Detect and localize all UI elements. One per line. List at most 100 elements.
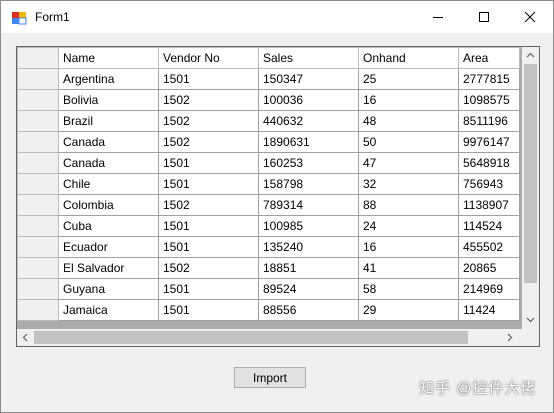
vertical-scrollbar[interactable]: [522, 47, 539, 330]
row-header-cell[interactable]: [17, 257, 59, 279]
top-left-header-cell[interactable]: [17, 47, 59, 69]
minimize-button[interactable]: [415, 1, 461, 33]
row-header-cell[interactable]: [17, 131, 59, 153]
row-header-cell[interactable]: [17, 236, 59, 258]
cell-vendor-no[interactable]: 1502: [158, 110, 259, 132]
cell-onhand[interactable]: 48: [358, 110, 459, 132]
title-bar[interactable]: Form1: [1, 1, 553, 33]
cell-vendor-no[interactable]: 1502: [158, 131, 259, 153]
table-row[interactable]: Canada 1502 1890631 50 9976147: [17, 131, 520, 153]
column-header-name[interactable]: Name: [58, 47, 159, 69]
cell-area[interactable]: 114524: [458, 215, 520, 237]
row-header-cell[interactable]: [17, 110, 59, 132]
cell-area[interactable]: 5648918: [458, 152, 520, 174]
cell-area[interactable]: 9976147: [458, 131, 520, 153]
scroll-left-icon[interactable]: [22, 333, 28, 342]
table-row[interactable]: Bolivia 1502 100036 16 1098575: [17, 89, 520, 111]
cell-vendor-no[interactable]: 1501: [158, 68, 259, 90]
table-row[interactable]: Cuba 1501 100985 24 114524: [17, 215, 520, 237]
cell-area[interactable]: 756943: [458, 173, 520, 195]
column-header-area[interactable]: Area: [458, 47, 520, 69]
cell-vendor-no[interactable]: 1501: [158, 215, 259, 237]
row-header-cell[interactable]: [17, 278, 59, 300]
row-header-cell[interactable]: [17, 68, 59, 90]
column-header-vendor-no[interactable]: Vendor No: [158, 47, 259, 69]
scroll-right-icon[interactable]: [507, 333, 513, 342]
cell-name[interactable]: Bolivia: [58, 89, 159, 111]
cell-name[interactable]: El Salvador: [58, 257, 159, 279]
close-button[interactable]: [507, 1, 553, 33]
row-header-cell[interactable]: [17, 173, 59, 195]
cell-name[interactable]: Canada: [58, 131, 159, 153]
cell-name[interactable]: Jamaica: [58, 299, 159, 321]
cell-area[interactable]: 1098575: [458, 89, 520, 111]
cell-onhand[interactable]: 41: [358, 257, 459, 279]
table-row[interactable]: El Salvador 1502 18851 41 20865: [17, 257, 520, 279]
table-row[interactable]: Guyana 1501 89524 58 214969: [17, 278, 520, 300]
cell-area[interactable]: 214969: [458, 278, 520, 300]
cell-vendor-no[interactable]: 1501: [158, 152, 259, 174]
cell-onhand[interactable]: 16: [358, 89, 459, 111]
cell-sales[interactable]: 158798: [258, 173, 359, 195]
cell-name[interactable]: Brazil: [58, 110, 159, 132]
scroll-up-icon[interactable]: [526, 52, 535, 58]
cell-vendor-no[interactable]: 1501: [158, 236, 259, 258]
cell-vendor-no[interactable]: 1502: [158, 257, 259, 279]
cell-onhand[interactable]: 24: [358, 215, 459, 237]
horizontal-scrollbar[interactable]: [17, 329, 522, 346]
cell-onhand[interactable]: 88: [358, 194, 459, 216]
table-row[interactable]: Brazil 1502 440632 48 8511196: [17, 110, 520, 132]
cell-name[interactable]: Cuba: [58, 215, 159, 237]
cell-name[interactable]: Ecuador: [58, 236, 159, 258]
cell-sales[interactable]: 440632: [258, 110, 359, 132]
cell-vendor-no[interactable]: 1501: [158, 299, 259, 321]
cell-name[interactable]: Argentina: [58, 68, 159, 90]
cell-sales[interactable]: 160253: [258, 152, 359, 174]
cell-sales[interactable]: 100036: [258, 89, 359, 111]
cell-vendor-no[interactable]: 1501: [158, 278, 259, 300]
row-header-cell[interactable]: [17, 152, 59, 174]
scroll-down-icon[interactable]: [526, 317, 535, 323]
data-grid-view[interactable]: Name Vendor No Sales Onhand Area Argenti…: [16, 46, 540, 347]
row-header-cell[interactable]: [17, 89, 59, 111]
table-row[interactable]: Canada 1501 160253 47 5648918: [17, 152, 520, 174]
horizontal-scroll-thumb[interactable]: [34, 331, 468, 344]
cell-sales[interactable]: 88556: [258, 299, 359, 321]
cell-onhand[interactable]: 47: [358, 152, 459, 174]
cell-onhand[interactable]: 58: [358, 278, 459, 300]
row-header-cell[interactable]: [17, 194, 59, 216]
maximize-button[interactable]: [461, 1, 507, 33]
import-button[interactable]: Import: [234, 367, 306, 388]
cell-area[interactable]: 455502: [458, 236, 520, 258]
cell-name[interactable]: Canada: [58, 152, 159, 174]
column-header-sales[interactable]: Sales: [258, 47, 359, 69]
cell-area[interactable]: 2777815: [458, 68, 520, 90]
cell-sales[interactable]: 100985: [258, 215, 359, 237]
cell-vendor-no[interactable]: 1502: [158, 89, 259, 111]
cell-sales[interactable]: 789314: [258, 194, 359, 216]
row-header-cell[interactable]: [17, 215, 59, 237]
cell-area[interactable]: 1138907: [458, 194, 520, 216]
vertical-scroll-thumb[interactable]: [524, 64, 537, 283]
cell-sales[interactable]: 135240: [258, 236, 359, 258]
table-row[interactable]: Chile 1501 158798 32 756943: [17, 173, 520, 195]
table-row[interactable]: Argentina 1501 150347 25 2777815: [17, 68, 520, 90]
cell-area[interactable]: 8511196: [458, 110, 520, 132]
cell-onhand[interactable]: 50: [358, 131, 459, 153]
cell-name[interactable]: Chile: [58, 173, 159, 195]
cell-sales[interactable]: 1890631: [258, 131, 359, 153]
cell-area[interactable]: 20865: [458, 257, 520, 279]
cell-onhand[interactable]: 32: [358, 173, 459, 195]
row-header-cell[interactable]: [17, 299, 59, 321]
cell-sales[interactable]: 89524: [258, 278, 359, 300]
cell-vendor-no[interactable]: 1501: [158, 173, 259, 195]
table-row[interactable]: Colombia 1502 789314 88 1138907: [17, 194, 520, 216]
cell-name[interactable]: Colombia: [58, 194, 159, 216]
cell-sales[interactable]: 150347: [258, 68, 359, 90]
cell-area[interactable]: 11424: [458, 299, 520, 321]
cell-sales[interactable]: 18851: [258, 257, 359, 279]
table-row[interactable]: Jamaica 1501 88556 29 11424: [17, 299, 520, 321]
cell-onhand[interactable]: 29: [358, 299, 459, 321]
cell-onhand[interactable]: 25: [358, 68, 459, 90]
cell-name[interactable]: Guyana: [58, 278, 159, 300]
